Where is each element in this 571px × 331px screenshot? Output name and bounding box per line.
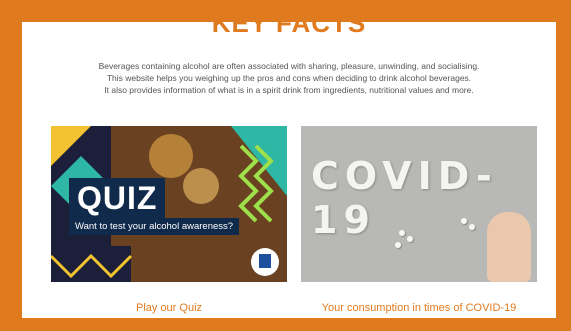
pill-icon xyxy=(395,242,401,248)
description-line-1: Beverages containing alcohol are often a… xyxy=(98,61,480,71)
pill-icon xyxy=(469,224,475,230)
play-quiz-link[interactable]: Play our Quiz xyxy=(51,302,287,314)
covid-consumption-link[interactable]: Your consumption in times of COVID-19 xyxy=(301,302,537,314)
pill-icon xyxy=(407,236,413,242)
page-frame: KEY FACTS Beverages containing alcohol a… xyxy=(0,0,571,331)
hand-graphic xyxy=(487,212,531,282)
description-line-2: This website helps you weighing up the p… xyxy=(106,73,472,83)
section-description: Beverages containing alcohol are often a… xyxy=(62,60,516,96)
quiz-title: QUIZ xyxy=(69,178,166,219)
pill-icon xyxy=(399,230,405,236)
quiz-card-image[interactable]: QUIZ Want to test your alcohol awareness… xyxy=(51,126,287,282)
organization-logo-icon xyxy=(251,248,279,276)
covid-card-image[interactable]: COVID-19 xyxy=(301,126,537,282)
description-line-3: It also provides information of what is … xyxy=(104,85,474,95)
pill-icon xyxy=(461,218,467,224)
section-title: KEY FACTS xyxy=(211,22,367,38)
key-facts-section: KEY FACTS Beverages containing alcohol a… xyxy=(22,22,556,318)
quiz-subtitle: Want to test your alcohol awareness? xyxy=(69,218,240,235)
